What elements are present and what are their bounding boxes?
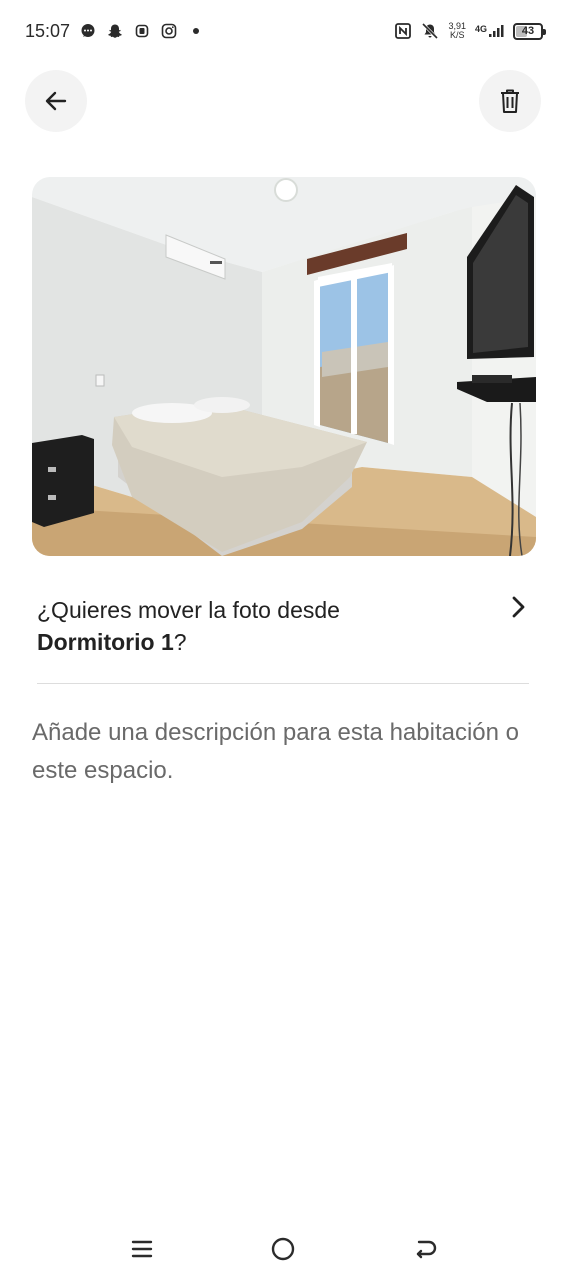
bedroom-image <box>32 177 536 556</box>
signal-icon: 4G <box>475 24 504 38</box>
status-time: 15:07 <box>25 20 71 41</box>
net-speed: 3,91 K/S <box>448 22 466 40</box>
photo-detail-screen: 15:07 3,91 K/S 4G 43 ¿Quieres mover la f… <box>0 0 567 1280</box>
back-button[interactable] <box>25 70 87 132</box>
back-icon[interactable] <box>411 1234 441 1264</box>
mute-icon <box>421 22 439 40</box>
nfc-icon <box>394 22 412 40</box>
room-name: Dormitorio 1 <box>37 629 174 655</box>
status-bar: 15:07 3,91 K/S 4G 43 <box>0 0 567 62</box>
snapchat-icon <box>106 22 124 40</box>
app-icon <box>133 22 151 40</box>
net-speed-unit: K/S <box>449 30 465 40</box>
battery-level: 43 <box>521 25 535 37</box>
instagram-icon <box>160 22 178 40</box>
arrow-left-icon <box>45 91 67 111</box>
battery-icon: 43 <box>513 22 546 40</box>
status-left: 15:07 <box>25 21 205 42</box>
net-type: 4G <box>474 24 487 34</box>
room-photo[interactable] <box>32 177 536 556</box>
menu-icon[interactable] <box>127 1234 157 1264</box>
system-nav-bar <box>0 1220 567 1280</box>
move-photo-suffix: ? <box>173 629 187 655</box>
dot-icon <box>187 22 205 40</box>
move-photo-prefix: ¿Quieres mover la foto desde <box>37 597 340 623</box>
chevron-right-icon <box>512 596 525 618</box>
chat-icon <box>79 22 97 40</box>
divider <box>37 683 529 684</box>
status-right: 3,91 K/S 4G 43 <box>394 22 546 40</box>
delete-button[interactable] <box>479 70 541 132</box>
home-icon[interactable] <box>268 1234 298 1264</box>
move-photo-row[interactable]: ¿Quieres mover la foto desde Dormitorio … <box>37 594 532 658</box>
move-photo-text: ¿Quieres mover la foto desde Dormitorio … <box>37 594 340 658</box>
description-input[interactable]: Añade una descripción para esta habitaci… <box>32 714 532 790</box>
trash-icon <box>501 89 519 113</box>
